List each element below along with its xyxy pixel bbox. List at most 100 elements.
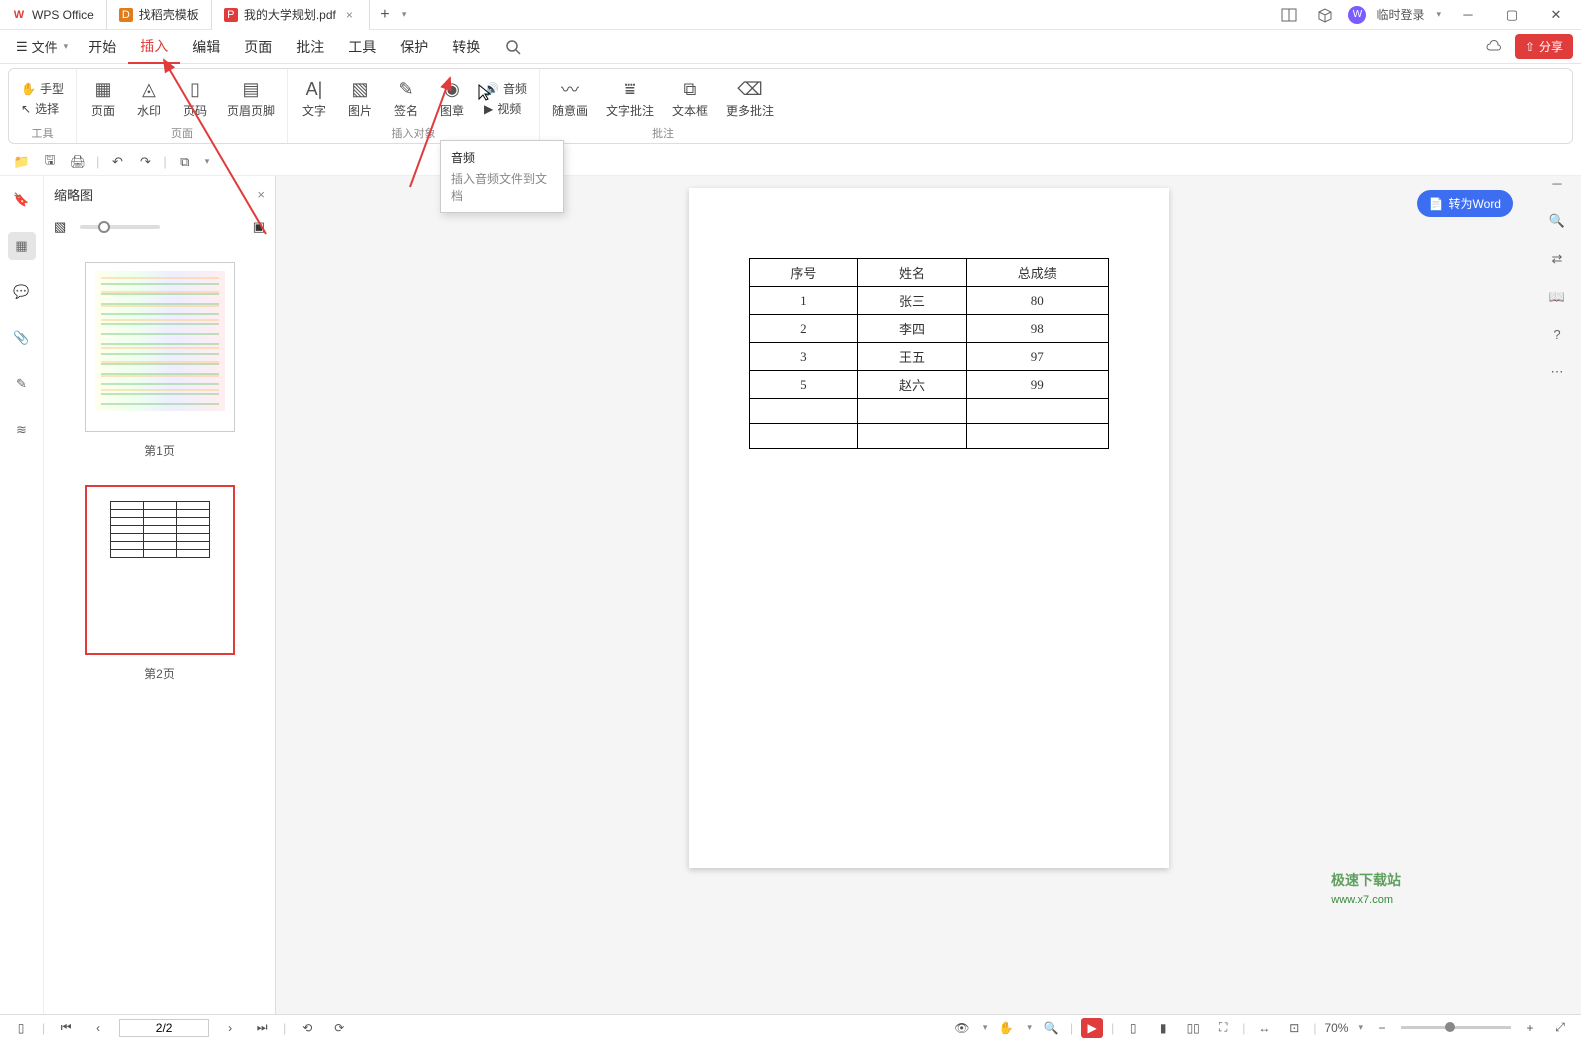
- tab-close-icon[interactable]: ×: [342, 8, 357, 22]
- sb-next-icon[interactable]: ›: [219, 1018, 241, 1038]
- search-icon[interactable]: [500, 34, 526, 60]
- thumb-page-2[interactable]: 第2页: [74, 485, 245, 682]
- sb-rotate-right-icon[interactable]: ⟳: [328, 1018, 350, 1038]
- sb-fith-icon[interactable]: ↔: [1253, 1018, 1275, 1038]
- hand-tool[interactable]: ✋手型: [17, 79, 68, 98]
- zoom-in-icon[interactable]: +: [1519, 1018, 1541, 1038]
- print-icon[interactable]: 🖨: [68, 152, 88, 172]
- textannot-button[interactable]: ⩸文字批注: [602, 76, 658, 121]
- draw-button[interactable]: 〰随意画: [548, 76, 592, 121]
- open-icon[interactable]: 📁: [12, 152, 32, 172]
- sb-find-icon[interactable]: 🔍: [1040, 1018, 1062, 1038]
- rb-minus-icon[interactable]: ─: [1552, 176, 1561, 191]
- quickbar: 📁 🖫 🖨 | ↶ ↷ | ⧉ ▾: [0, 148, 1581, 176]
- rightbar: ─ 🔍 ⇄ 📖 ? ⋯: [1539, 176, 1575, 380]
- zoom-slider[interactable]: [1401, 1026, 1511, 1029]
- sb-two-icon[interactable]: ▯▯: [1182, 1018, 1204, 1038]
- stamp-button[interactable]: ◉图章: [434, 76, 470, 121]
- save-icon[interactable]: 🖫: [40, 152, 60, 172]
- zoom-out-icon[interactable]: −: [1371, 1018, 1393, 1038]
- menu-start[interactable]: 开始: [76, 31, 128, 63]
- tab-document[interactable]: P 我的大学规划.pdf ×: [212, 0, 370, 30]
- menu-tools[interactable]: 工具: [336, 31, 388, 63]
- leftbar: 🔖 ▦ 💬 📎 ✎ ≋: [0, 176, 44, 1014]
- menu-annotate[interactable]: 批注: [284, 31, 336, 63]
- quickbar-more-icon[interactable]: ▾: [205, 156, 210, 167]
- file-menu[interactable]: ☰ 文件 ▾: [8, 33, 76, 60]
- textbox-button[interactable]: ⧉文本框: [668, 76, 712, 121]
- thumb-preview-1: [95, 271, 225, 411]
- layout-icon[interactable]: [1276, 2, 1302, 28]
- image-button[interactable]: ▧图片: [342, 76, 378, 121]
- rb-help-icon[interactable]: ?: [1553, 327, 1560, 342]
- sb-rotate-left-icon[interactable]: ⟲: [296, 1018, 318, 1038]
- pagenum-button[interactable]: ▯页码: [177, 76, 213, 121]
- group-label: 插入对象: [391, 124, 435, 141]
- menu-convert[interactable]: 转换: [440, 31, 492, 63]
- select-tool[interactable]: ↖选择: [17, 99, 68, 118]
- box-icon[interactable]: [1312, 2, 1338, 28]
- avatar[interactable]: W: [1348, 6, 1366, 24]
- video-icon: ▶: [484, 102, 493, 116]
- page-button[interactable]: ▦页面: [85, 76, 121, 121]
- login-label[interactable]: 临时登录: [1376, 6, 1424, 23]
- menu-edit[interactable]: 编辑: [180, 31, 232, 63]
- sb-full-icon[interactable]: ⛶: [1212, 1018, 1234, 1038]
- newtab-dropdown-icon[interactable]: ▾: [402, 9, 407, 20]
- redo-icon[interactable]: ↷: [135, 152, 155, 172]
- th: 总成绩: [966, 259, 1108, 287]
- undo-icon[interactable]: ↶: [107, 152, 127, 172]
- menu-protect[interactable]: 保护: [388, 31, 440, 63]
- rb-translate-icon[interactable]: ⇄: [1552, 251, 1563, 267]
- sign-button[interactable]: ✎签名: [388, 76, 424, 121]
- attachment-icon[interactable]: 📎: [8, 324, 36, 352]
- convert-word-button[interactable]: 📄 转为Word: [1417, 190, 1513, 217]
- sb-single-icon[interactable]: ▯: [1122, 1018, 1144, 1038]
- ribbon-group-insert: A|文字 ▧图片 ✎签名 ◉图章 🔊音频 ▶视频 插入对象: [288, 69, 540, 143]
- page-input[interactable]: [119, 1019, 209, 1037]
- watermark-button[interactable]: ◬水印: [131, 76, 167, 121]
- sb-last-icon[interactable]: ⏭: [251, 1018, 273, 1038]
- cloud-icon[interactable]: [1481, 34, 1507, 60]
- sb-prev-icon[interactable]: ‹: [87, 1018, 109, 1038]
- tab-wps-office[interactable]: W WPS Office: [0, 0, 107, 30]
- sb-eye-icon[interactable]: 👁: [951, 1018, 973, 1038]
- login-dropdown-icon[interactable]: ▾: [1436, 9, 1441, 20]
- thumb-zoom-slider[interactable]: [80, 225, 160, 229]
- thumb-picture-icon[interactable]: ▣: [253, 219, 265, 235]
- sb-cont-icon[interactable]: ▮: [1152, 1018, 1174, 1038]
- thumb-close-icon[interactable]: ×: [257, 187, 265, 202]
- sb-fit-icon[interactable]: ⊡: [1283, 1018, 1305, 1038]
- thumb-grid-icon[interactable]: ▧: [54, 219, 66, 235]
- layers-icon[interactable]: ≋: [8, 416, 36, 444]
- rb-more-icon[interactable]: ⋯: [1551, 364, 1564, 380]
- tab-template[interactable]: D 找稻壳模板: [107, 0, 212, 30]
- rb-search-icon[interactable]: 🔍: [1549, 213, 1565, 229]
- minimize-button[interactable]: ─: [1451, 0, 1485, 30]
- moreannot-button[interactable]: ⌫更多批注: [722, 76, 778, 121]
- th: 序号: [749, 259, 858, 287]
- tab-label: WPS Office: [32, 8, 94, 22]
- menu-page[interactable]: 页面: [232, 31, 284, 63]
- menu-insert[interactable]: 插入: [128, 30, 180, 64]
- thumbnail-icon[interactable]: ▦: [8, 232, 36, 260]
- sb-play-icon[interactable]: ▶: [1081, 1018, 1103, 1038]
- bookmark-icon[interactable]: 🔖: [8, 186, 36, 214]
- thumb-page-1[interactable]: 第1页: [74, 262, 245, 459]
- sb-first-icon[interactable]: ⏮: [55, 1018, 77, 1038]
- copy-icon[interactable]: ⧉: [175, 152, 195, 172]
- sb-expand-icon[interactable]: ⤢: [1549, 1018, 1571, 1038]
- headerfooter-button[interactable]: ▤页眉页脚: [223, 76, 279, 121]
- sb-doc-icon[interactable]: ▯: [10, 1018, 32, 1038]
- zoom-label[interactable]: 70%: [1324, 1021, 1348, 1035]
- share-button[interactable]: ⇧ 分享: [1515, 34, 1573, 59]
- new-tab-button[interactable]: +: [370, 6, 400, 24]
- sb-hand-icon[interactable]: ✋: [995, 1018, 1017, 1038]
- edit-icon[interactable]: ✎: [8, 370, 36, 398]
- rb-book-icon[interactable]: 📖: [1549, 289, 1565, 305]
- close-button[interactable]: ✕: [1539, 0, 1573, 30]
- comment-icon[interactable]: 💬: [8, 278, 36, 306]
- maximize-button[interactable]: ▢: [1495, 0, 1529, 30]
- ribbon-group-page: ▦页面 ◬水印 ▯页码 ▤页眉页脚 页面: [77, 69, 288, 143]
- text-button[interactable]: A|文字: [296, 76, 332, 121]
